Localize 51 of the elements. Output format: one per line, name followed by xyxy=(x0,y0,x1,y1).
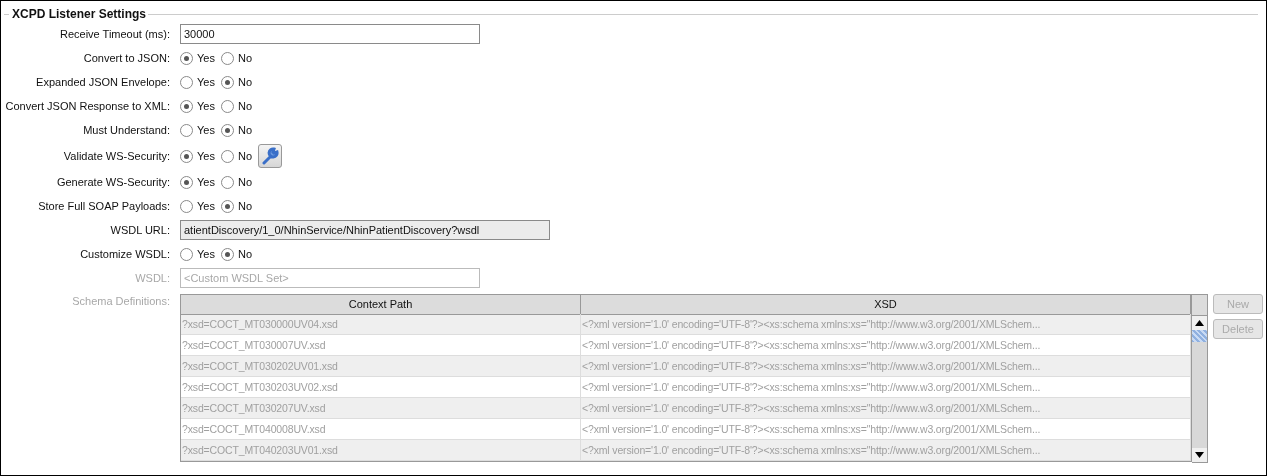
table-cell: ?xsd=COCT_MT030000UV04.xsd xyxy=(181,314,581,334)
scroll-up-icon[interactable] xyxy=(1192,316,1207,330)
radio-option[interactable]: Yes xyxy=(180,51,215,65)
radio-option[interactable]: Yes xyxy=(180,99,215,113)
field-label: Store Full SOAP Payloads: xyxy=(37,200,170,212)
radio-option[interactable]: No xyxy=(220,51,252,65)
section-title: XCPD Listener Settings xyxy=(11,7,148,21)
radio-option[interactable]: No xyxy=(220,123,252,137)
radio-option[interactable]: Yes xyxy=(180,123,215,137)
field-label: Schema Definitions: xyxy=(71,294,170,307)
wrench-icon xyxy=(261,147,279,165)
radio-option[interactable]: Yes xyxy=(180,247,215,261)
radio-option[interactable]: Yes xyxy=(180,75,215,89)
field-label: Customize WSDL: xyxy=(79,248,170,260)
table-cell: ?xsd=COCT_MT040008UV.xsd xyxy=(181,419,581,439)
settings-button[interactable] xyxy=(258,144,282,168)
field-label: Validate WS-Security: xyxy=(62,150,170,162)
field-label: Expanded JSON Envelope: xyxy=(35,76,170,88)
scrollbar[interactable] xyxy=(1192,294,1208,463)
scroll-down-icon[interactable] xyxy=(1192,448,1207,462)
radio-option[interactable]: Yes xyxy=(180,149,215,163)
table-cell: ?xsd=COCT_MT030207UV.xsd xyxy=(181,398,581,418)
table-cell: <?xml version='1.0' encoding='UTF-8'?><xs:schema xmlns:xs="http://www.w3.org/2001/XMLSchem... xyxy=(581,335,1191,355)
radio-option[interactable]: No xyxy=(220,175,252,189)
field-label: Convert JSON Response to XML: xyxy=(4,100,170,112)
table-cell: <?xml version='1.0' encoding='UTF-8'?><xs:schema xmlns:xs="http://www.w3.org/2001/XMLSchem... xyxy=(581,419,1191,439)
table-cell: <?xml version='1.0' encoding='UTF-8'?><xs:schema xmlns:xs="http://www.w3.org/2001/XMLSchem... xyxy=(581,356,1191,376)
table-cell: <?xml version='1.0' encoding='UTF-8'?><xs:schema xmlns:xs="http://www.w3.org/2001/XMLSchem... xyxy=(581,377,1191,397)
field-label: WSDL: xyxy=(134,272,170,284)
table-cell: <?xml version='1.0' encoding='UTF-8'?><xs:schema xmlns:xs="http://www.w3.org/2001/XMLSchem... xyxy=(581,440,1191,460)
table-cell: ?xsd=COCT_MT030203UV02.xsd xyxy=(181,377,581,397)
field-label: Convert to JSON: xyxy=(82,52,170,64)
radio-option[interactable]: No xyxy=(220,75,252,89)
radio-option[interactable]: No xyxy=(220,199,252,213)
radio-option[interactable]: Yes xyxy=(180,199,215,213)
table-cell: <?xml version='1.0' encoding='UTF-8'?><xs:schema xmlns:xs="http://www.w3.org/2001/XMLSchem... xyxy=(581,398,1191,418)
field-label: Must Understand: xyxy=(82,124,170,136)
table-cell: ?xsd=COCT_MT030202UV01.xsd xyxy=(181,356,581,376)
radio-option[interactable]: Yes xyxy=(180,175,215,189)
radio-option[interactable]: No xyxy=(220,149,252,163)
table-cell: <?xml version='1.0' encoding='UTF-8'?><xs:schema xmlns:xs="http://www.w3.org/2001/XMLSchem... xyxy=(581,314,1191,334)
table-cell: ?xsd=COCT_MT030007UV.xsd xyxy=(181,335,581,355)
field-label: Generate WS-Security: xyxy=(55,176,170,188)
field-label: WSDL URL: xyxy=(109,224,170,236)
table-cell: ?xsd=COCT_MT040203UV01.xsd xyxy=(181,440,581,460)
radio-option[interactable]: No xyxy=(220,99,252,113)
field-label: Receive Timeout (ms): xyxy=(58,28,170,40)
scroll-thumb[interactable] xyxy=(1192,330,1207,342)
text-field[interactable]: 30000 xyxy=(180,24,480,44)
text-field[interactable]: atientDiscovery/1_0/NhinService/NhinPatientDiscovery?wsdl xyxy=(180,220,550,240)
radio-option[interactable]: No xyxy=(220,247,252,261)
